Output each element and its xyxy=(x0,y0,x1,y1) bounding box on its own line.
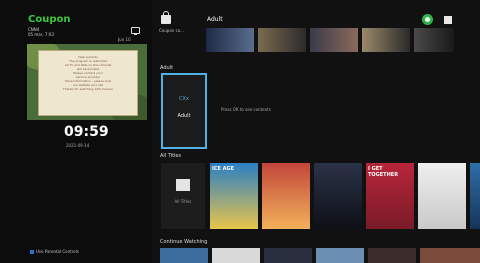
channel-preview[interactable]: Dear parents The program is restricted A… xyxy=(27,44,147,120)
thumbnail[interactable] xyxy=(414,28,454,52)
channel-info: CNN4 05 mar, 7:03 xyxy=(28,27,54,37)
avatar[interactable] xyxy=(422,14,433,25)
profile-switch-icon[interactable] xyxy=(444,16,452,24)
lock-icon[interactable] xyxy=(161,11,171,24)
parental-controls-label: Use Parental Controls xyxy=(36,249,79,254)
all-titles-tile[interactable]: All Titles xyxy=(161,163,205,229)
folder-icon xyxy=(176,179,190,191)
parental-controls-toggle[interactable]: Use Parental Controls xyxy=(30,249,79,254)
poster-title: ICE AGE xyxy=(212,166,235,172)
continue-watching-heading: Continue Watching xyxy=(160,239,208,245)
thumbnail[interactable] xyxy=(310,28,358,52)
channel-program-time: 05 mar, 7:03 xyxy=(28,32,54,37)
tile-label: All Titles xyxy=(174,199,192,204)
thumbnail[interactable] xyxy=(206,28,254,52)
channel-time: Jun 10 xyxy=(118,37,131,42)
continue-watching-item[interactable] xyxy=(160,248,208,263)
thumbnail[interactable] xyxy=(362,28,410,52)
page-title: Adult xyxy=(207,16,223,23)
app-logo: Coupon xyxy=(28,14,71,25)
adult-category-tile[interactable]: CXx Adult xyxy=(161,73,207,149)
continue-watching-item[interactable] xyxy=(420,248,480,263)
continue-watching-item[interactable] xyxy=(316,248,364,263)
continue-watching-item[interactable] xyxy=(264,248,312,263)
movie-poster[interactable]: ICE AGE xyxy=(210,163,258,229)
adult-section-heading: Adult xyxy=(160,65,174,71)
date: 2021-09-14 xyxy=(66,143,90,148)
movie-poster[interactable] xyxy=(418,163,466,229)
movie-poster[interactable] xyxy=(262,163,310,229)
tv-icon[interactable] xyxy=(131,27,140,35)
movie-poster[interactable] xyxy=(314,163,362,229)
tile-label: Adult xyxy=(177,113,191,119)
lock-label: Coupon co... xyxy=(159,28,184,33)
poster-title: I GET TOGETHER xyxy=(368,166,399,178)
clock: 09:59 xyxy=(64,124,109,140)
hint-text: Press OK to see contents xyxy=(221,107,271,112)
movie-poster[interactable] xyxy=(470,163,480,229)
checkbox-icon xyxy=(30,250,34,254)
movie-poster[interactable]: I GET TOGETHER xyxy=(366,163,414,229)
continue-watching-item[interactable] xyxy=(212,248,260,263)
preview-notice: Dear parents The program is restricted A… xyxy=(38,50,138,116)
thumbnail[interactable] xyxy=(258,28,306,52)
continue-watching-item[interactable] xyxy=(368,248,416,263)
notice-line: Thanks for watching with Coupon xyxy=(62,87,114,91)
tile-number: CXx xyxy=(179,96,189,102)
all-titles-heading: All Titles xyxy=(160,153,182,159)
